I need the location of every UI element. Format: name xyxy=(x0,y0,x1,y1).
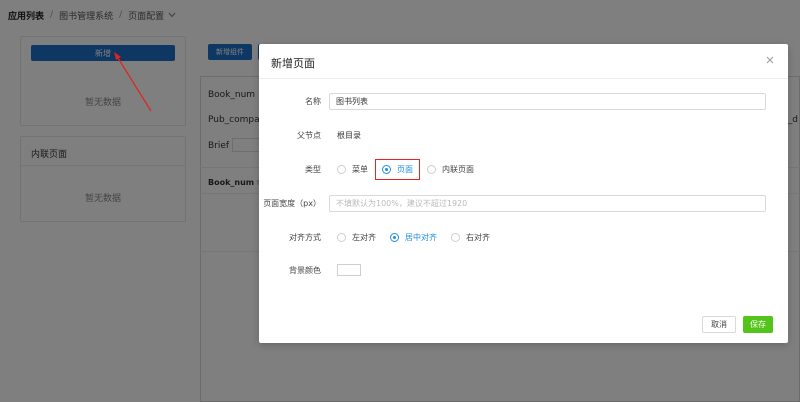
align-radio-center[interactable]: 居中对齐 xyxy=(390,232,437,243)
radio-label: 居中对齐 xyxy=(405,232,437,242)
bg-color-picker[interactable] xyxy=(337,264,361,276)
radio-circle xyxy=(390,232,399,242)
type-label: 类型 xyxy=(305,164,321,174)
width-row: 页面宽度（px） 不填默认为100%，建议不超过1920 xyxy=(259,194,788,212)
parent-value: 根目录 xyxy=(337,130,361,140)
type-radio-menu[interactable]: 菜单 xyxy=(337,164,368,175)
radio-label: 右对齐 xyxy=(466,232,490,242)
name-label: 名称 xyxy=(305,96,321,106)
save-button[interactable]: 保存 xyxy=(743,316,773,333)
modal-title: 新增页面 xyxy=(271,57,315,70)
bg-color-label: 背景颜色 xyxy=(289,265,321,275)
type-radio-inline-page[interactable]: 内联页面 xyxy=(427,164,474,175)
name-row: 名称 图书列表 xyxy=(259,92,788,110)
add-page-modal: 新增页面 名称 图书列表 父节点 根目录 类型 菜单 页面 内联页面 页面宽度（… xyxy=(259,44,788,343)
radio-circle xyxy=(427,164,436,174)
type-radio-page[interactable]: 页面 xyxy=(382,164,413,175)
radio-circle xyxy=(337,232,346,242)
radio-label: 左对齐 xyxy=(352,232,376,242)
bg-color-row: 背景颜色 xyxy=(259,261,788,279)
radio-label: 页面 xyxy=(397,164,413,174)
divider xyxy=(259,78,788,79)
radio-circle xyxy=(451,232,460,242)
radio-circle xyxy=(337,164,346,174)
close-icon[interactable] xyxy=(766,54,774,67)
type-radio-group: 菜单 页面 内联页面 xyxy=(329,158,488,180)
align-radio-group: 左对齐 居中对齐 右对齐 xyxy=(329,232,504,243)
annotation-highlight-box: 页面 xyxy=(375,158,420,180)
radio-label: 菜单 xyxy=(352,164,368,174)
cancel-button[interactable]: 取消 xyxy=(702,316,736,333)
align-radio-left[interactable]: 左对齐 xyxy=(337,232,376,243)
parent-row: 父节点 根目录 xyxy=(259,126,788,144)
align-row: 对齐方式 左对齐 居中对齐 右对齐 xyxy=(259,228,788,246)
name-input[interactable]: 图书列表 xyxy=(329,92,766,110)
width-input[interactable]: 不填默认为100%，建议不超过1920 xyxy=(329,194,766,212)
radio-label: 内联页面 xyxy=(442,164,474,174)
parent-label: 父节点 xyxy=(297,130,321,140)
align-radio-right[interactable]: 右对齐 xyxy=(451,232,490,243)
align-label: 对齐方式 xyxy=(289,232,321,242)
width-label: 页面宽度（px） xyxy=(263,198,321,208)
radio-circle xyxy=(382,164,391,174)
type-row: 类型 菜单 页面 内联页面 xyxy=(259,158,788,180)
